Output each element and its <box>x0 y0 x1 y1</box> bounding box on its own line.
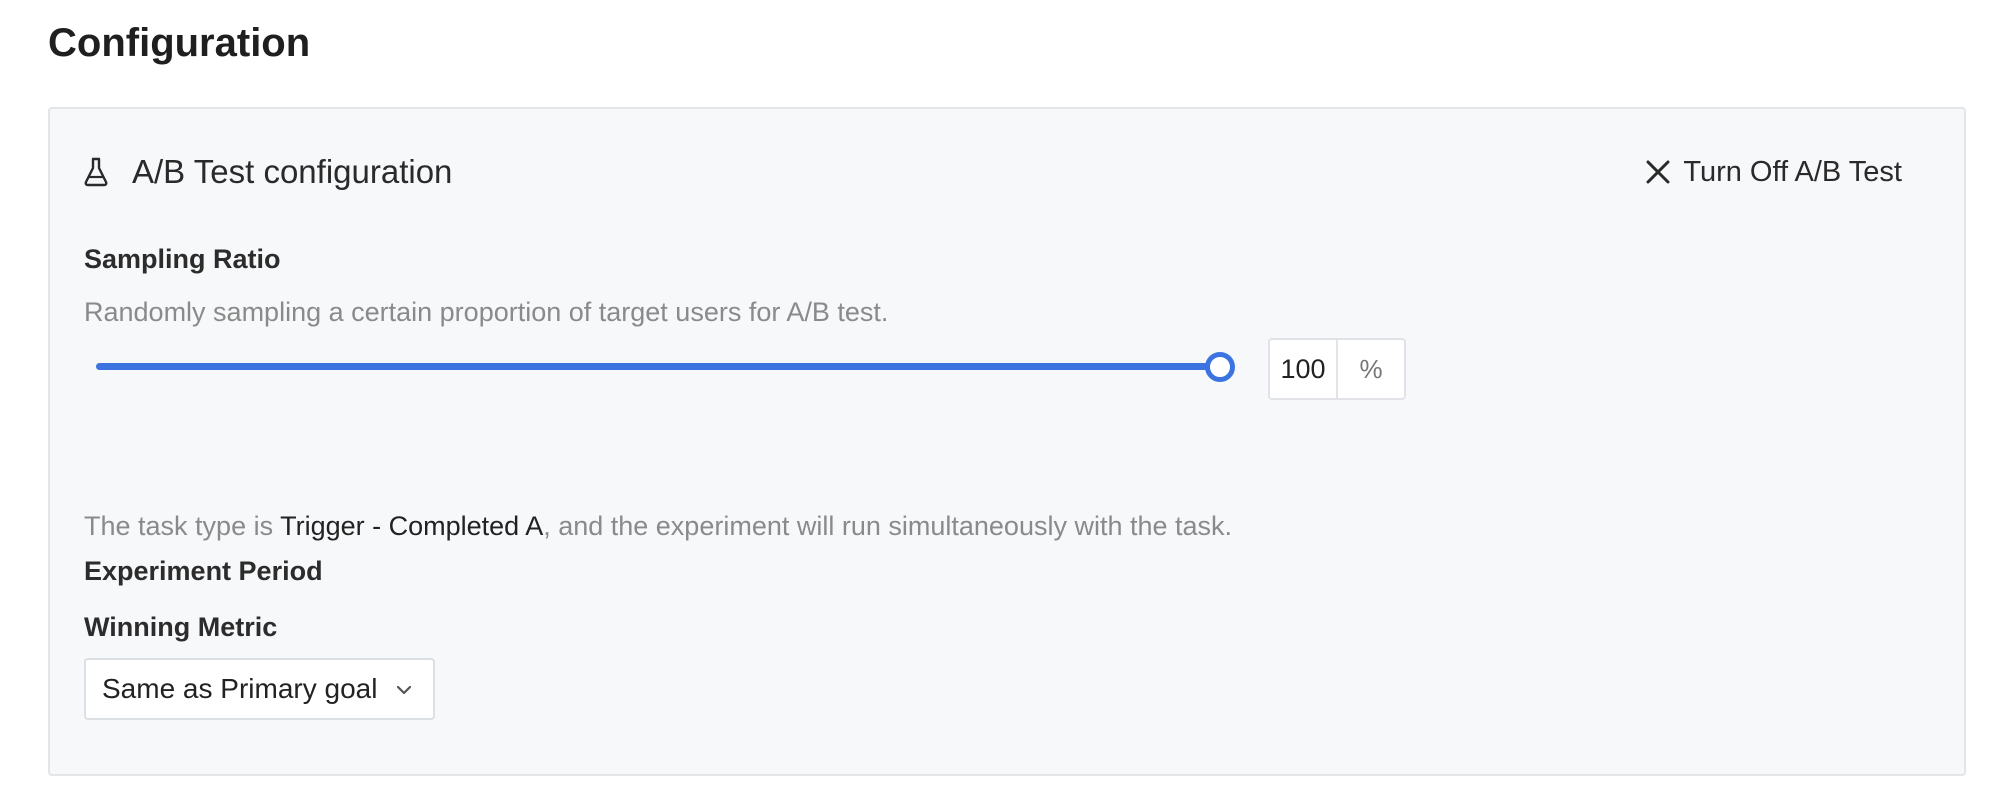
period-description-prefix: The task type is <box>84 511 281 541</box>
winning-metric-value: Same as Primary goal <box>102 673 378 704</box>
period-description-suffix: , and the experiment will run simultaneo… <box>543 511 1233 541</box>
slider-fill <box>96 363 1220 370</box>
task-type-value: Trigger - Completed A <box>280 511 544 541</box>
ab-test-card: A/B Test configuration Turn Off A/B Test… <box>48 107 1966 776</box>
close-icon <box>1645 159 1671 185</box>
chevron-down-icon <box>395 683 413 695</box>
ab-test-header: A/B Test configuration <box>84 147 452 197</box>
turn-off-ab-test-button[interactable]: Turn Off A/B Test <box>1645 147 1902 197</box>
ab-test-title: A/B Test configuration <box>132 153 453 190</box>
turn-off-ab-test-label: Turn Off A/B Test <box>1683 155 1902 188</box>
flask-icon <box>84 155 112 189</box>
experiment-period-label: Experiment Period <box>84 556 323 586</box>
sampling-ratio-label: Sampling Ratio <box>84 244 281 274</box>
page-title: Configuration <box>48 21 311 65</box>
winning-metric-select[interactable]: Same as Primary goal <box>84 658 436 720</box>
sampling-ratio-slider[interactable] <box>96 352 1235 382</box>
sampling-ratio-input[interactable] <box>1270 340 1336 398</box>
experiment-period-description: The task type is Trigger - Completed A, … <box>84 511 1232 542</box>
winning-metric-label: Winning Metric <box>84 612 278 642</box>
slider-handle[interactable] <box>1205 352 1235 382</box>
sampling-ratio-description: Randomly sampling a certain proportion o… <box>84 297 889 327</box>
sampling-ratio-input-group: % <box>1268 338 1406 400</box>
percent-unit: % <box>1336 340 1404 398</box>
